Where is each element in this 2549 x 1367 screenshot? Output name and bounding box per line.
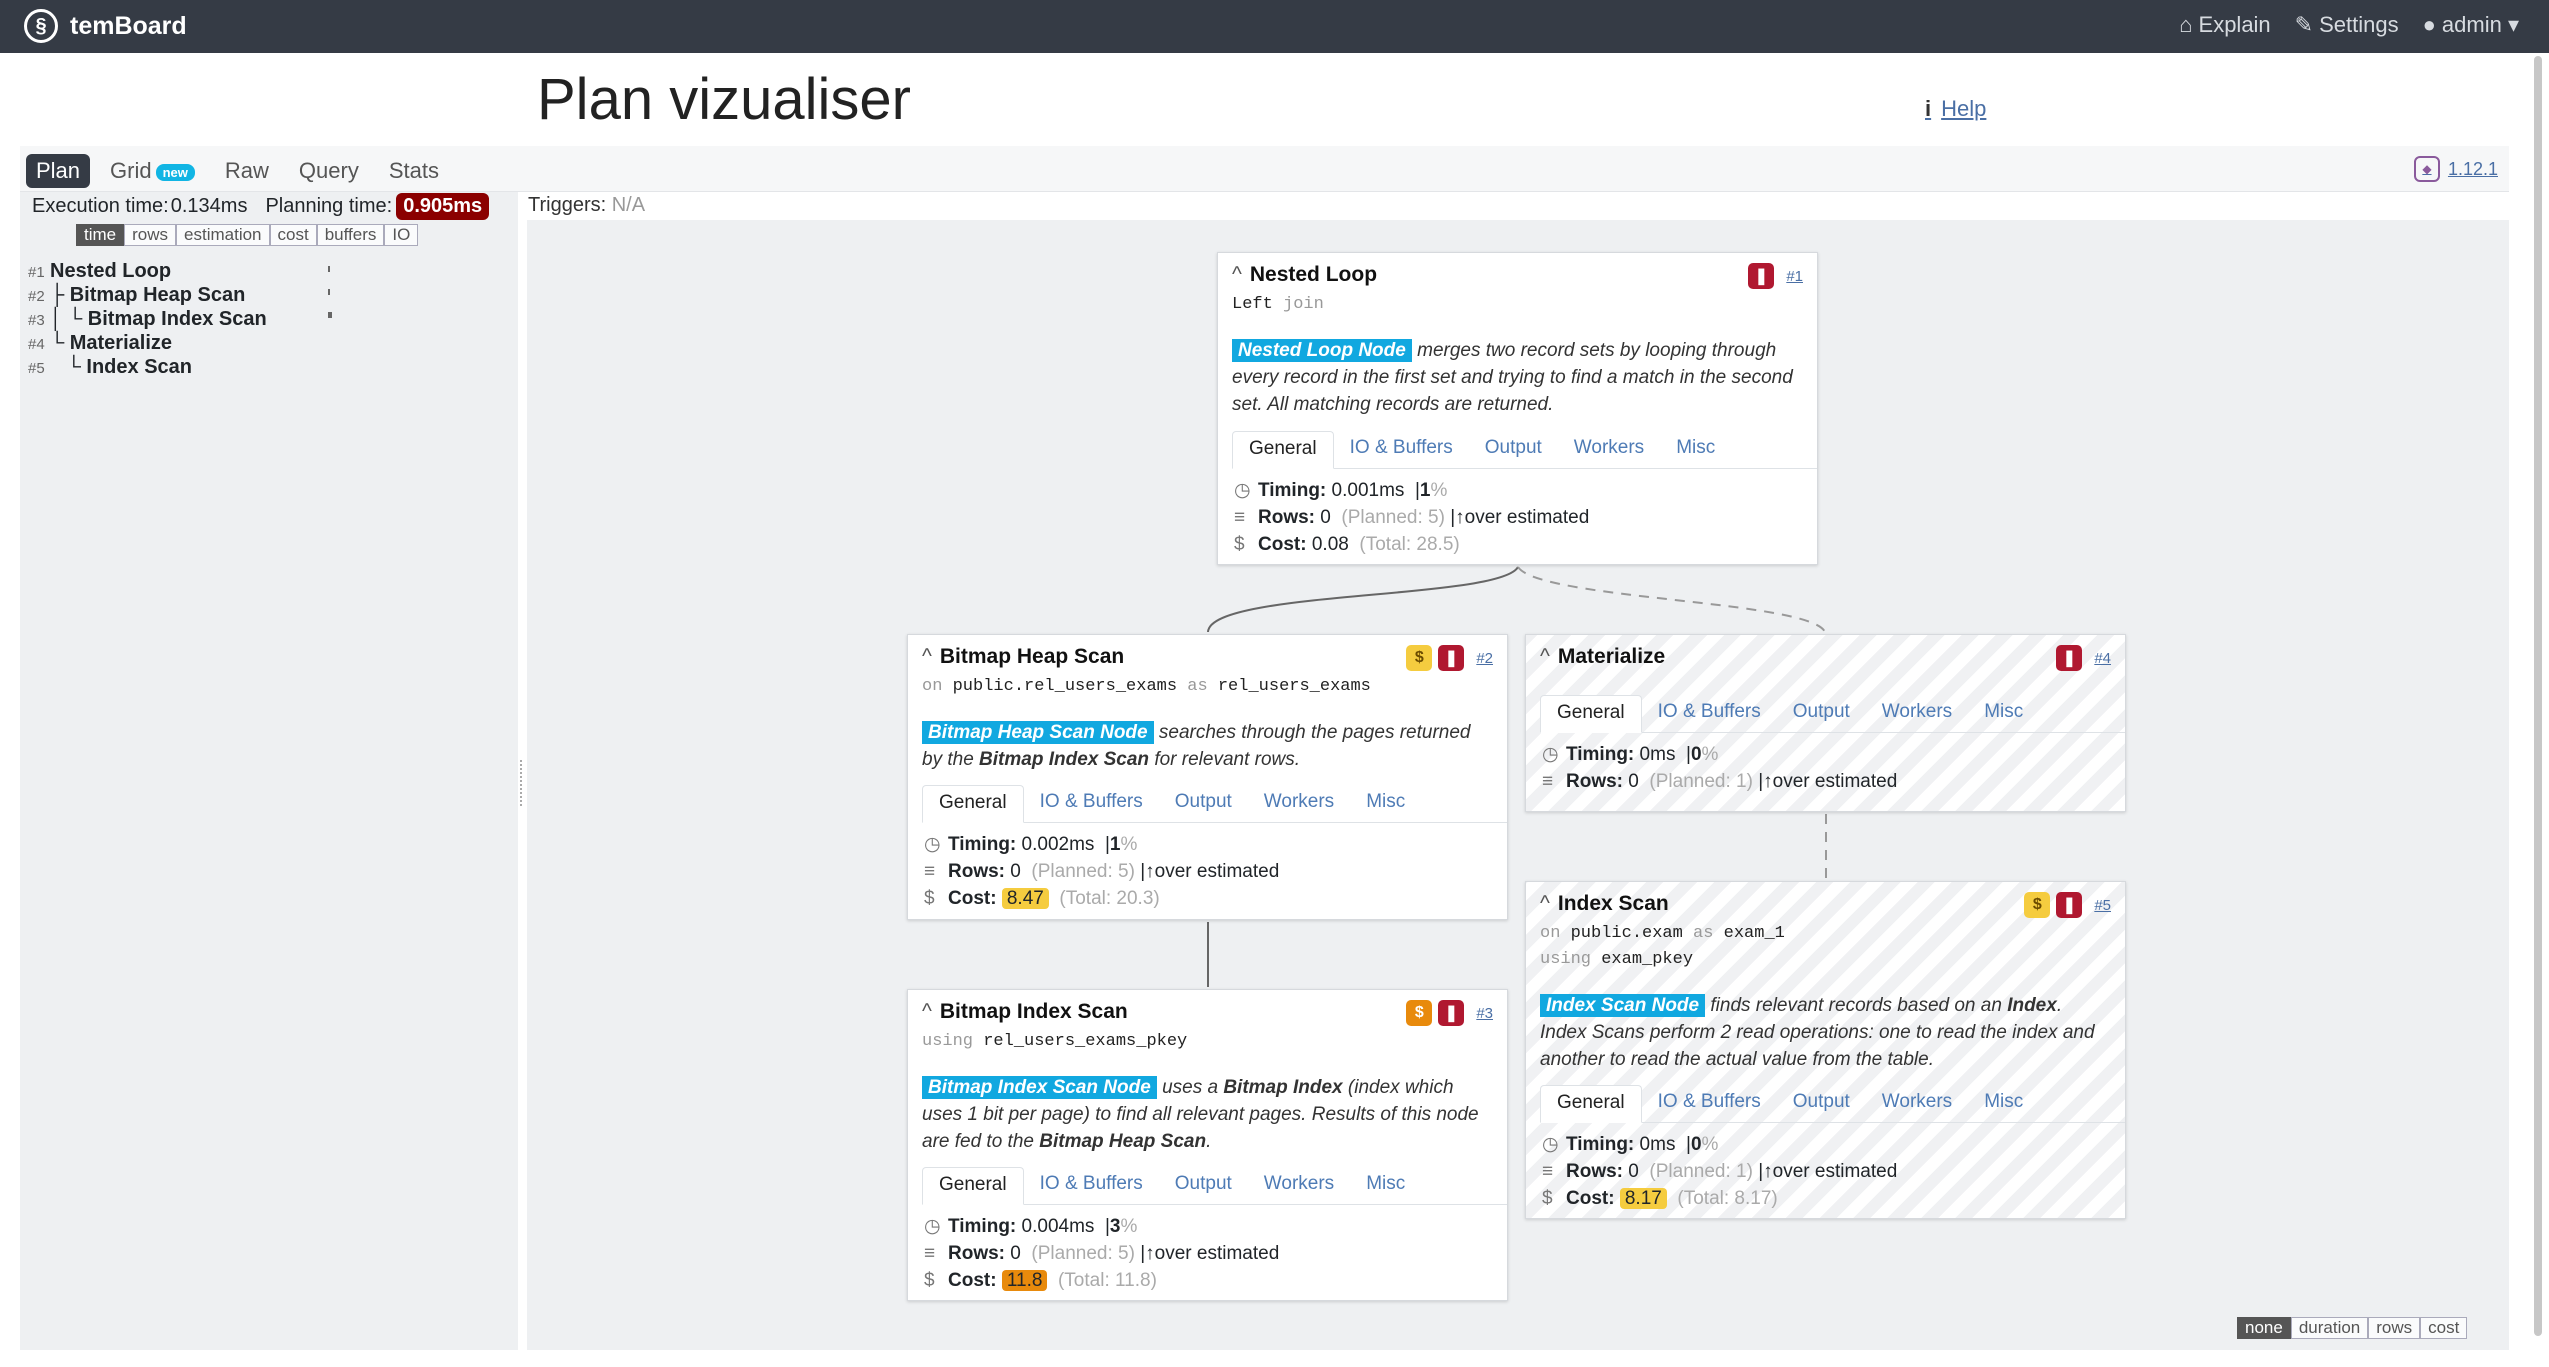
node-type-tag: Bitmap Heap Scan Node [922,721,1154,744]
costly-node-icon: $ [1406,1000,1433,1026]
highlight-cost-button[interactable]: cost [2420,1317,2468,1339]
plan-node-index-scan[interactable]: ^ Index Scan $ ❚ #5 on public.exam as exa… [1525,881,2126,1219]
rows-icon: ≡ [1234,507,1246,528]
clock-icon: ◷ [924,1216,941,1237]
highlight-rows-button[interactable]: rows [2368,1317,2421,1339]
collapse-caret-icon[interactable]: ^ [1232,263,1242,286]
tab-general[interactable]: General [1540,695,1642,733]
tab-general[interactable]: General [922,785,1024,823]
tab-misc[interactable]: Misc [1350,785,1421,822]
dollar-icon: $ [1542,1188,1553,1209]
tab-misc[interactable]: Misc [1660,431,1731,468]
tab-general[interactable]: General [1232,431,1334,469]
plan-node-bitmap-heap-scan[interactable]: ^ Bitmap Heap Scan $ ❚ #2 on public.rel_u… [907,634,1508,920]
clock-icon: ◷ [1542,744,1559,765]
collapse-caret-icon[interactable]: ^ [922,645,932,668]
node-number-link[interactable]: #2 [1476,650,1493,667]
tab-workers[interactable]: Workers [1248,785,1350,822]
clock-icon: ◷ [924,834,941,855]
node-type-tag: Index Scan Node [1540,994,1706,1017]
tab-workers[interactable]: Workers [1558,431,1660,468]
highlight-duration-button[interactable]: duration [2290,1317,2369,1339]
node-number-link[interactable]: #4 [2094,650,2111,667]
collapse-caret-icon[interactable]: ^ [1540,892,1550,915]
costly-node-icon: $ [1406,645,1433,671]
slow-node-icon: ❚ [2056,645,2083,671]
page-scrollbar[interactable] [2531,38,2545,1356]
node-type-tag: Bitmap Index Scan Node [922,1076,1157,1099]
rows-icon: ≡ [924,861,936,882]
node-type-tag: Nested Loop Node [1232,339,1412,362]
scrollbar-thumb[interactable] [2534,56,2542,1336]
slow-node-icon: ❚ [2056,892,2083,918]
dollar-icon: $ [924,1270,935,1291]
clock-icon: ◷ [1542,1134,1559,1155]
tab-output[interactable]: Output [1159,1167,1248,1204]
tab-workers[interactable]: Workers [1248,1167,1350,1204]
collapse-caret-icon[interactable]: ^ [1540,645,1550,668]
rows-icon: ≡ [1542,1161,1554,1182]
arrow-up-icon: ↑ [1763,771,1773,792]
plan-node-nested-loop[interactable]: ^ Nested Loop ❚ #1 Left join Nested Loop … [1217,252,1818,565]
tab-misc[interactable]: Misc [1350,1167,1421,1204]
tab-output[interactable]: Output [1469,431,1558,468]
slow-node-icon: ❚ [1438,1000,1465,1026]
collapse-caret-icon[interactable]: ^ [922,1000,932,1023]
dollar-icon: $ [1234,534,1245,555]
arrow-up-icon: ↑ [1145,861,1155,882]
tab-misc[interactable]: Misc [1968,1085,2039,1122]
tab-output[interactable]: Output [1777,695,1866,732]
plan-node-bitmap-index-scan[interactable]: ^ Bitmap Index Scan $ ❚ #3 using rel_user… [907,989,1508,1301]
node-number-link[interactable]: #5 [2094,897,2111,914]
slow-node-icon: ❚ [1438,645,1465,671]
tab-output[interactable]: Output [1159,785,1248,822]
costly-node-icon: $ [2024,892,2051,918]
tab-general[interactable]: General [1540,1085,1642,1123]
node-number-link[interactable]: #3 [1476,1005,1493,1022]
arrow-up-icon: ↑ [1763,1161,1773,1182]
rows-icon: ≡ [1542,771,1554,792]
tab-io-buffers[interactable]: IO & Buffers [1642,1085,1777,1122]
arrow-up-icon: ↑ [1145,1243,1155,1264]
plan-node-materialize[interactable]: ^ Materialize ❚ #4 General IO & Buffers O… [1525,634,2126,812]
rows-icon: ≡ [924,1243,936,1264]
tab-output[interactable]: Output [1777,1085,1866,1122]
arrow-up-icon: ↑ [1455,507,1465,528]
tab-io-buffers[interactable]: IO & Buffers [1642,695,1777,732]
tab-misc[interactable]: Misc [1968,695,2039,732]
tab-io-buffers[interactable]: IO & Buffers [1024,1167,1159,1204]
slow-node-icon: ❚ [1748,263,1775,289]
highlight-none-button[interactable]: none [2237,1317,2291,1339]
node-number-link[interactable]: #1 [1786,268,1803,285]
tab-io-buffers[interactable]: IO & Buffers [1334,431,1469,468]
tab-workers[interactable]: Workers [1866,1085,1968,1122]
highlight-selector: none duration rows cost [2237,1317,2468,1339]
dollar-icon: $ [924,888,935,909]
clock-icon: ◷ [1234,480,1251,501]
tab-general[interactable]: General [922,1167,1024,1205]
tab-workers[interactable]: Workers [1866,695,1968,732]
tab-io-buffers[interactable]: IO & Buffers [1024,785,1159,822]
